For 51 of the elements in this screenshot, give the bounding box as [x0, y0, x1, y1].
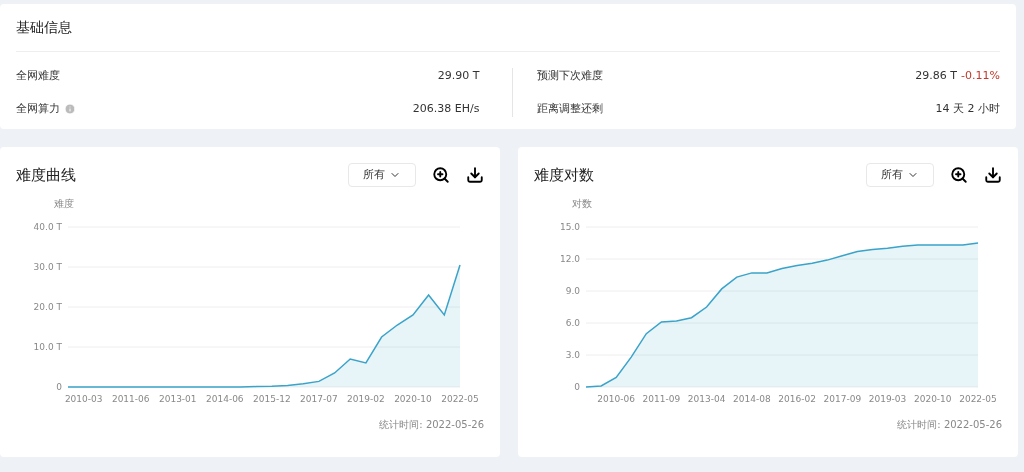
y-tick-label: 10.0 T: [33, 342, 62, 352]
y-tick-label: 0: [574, 382, 580, 392]
x-tick-label: 2015-12: [253, 394, 291, 404]
y-tick-label: 30.0 T: [33, 262, 62, 272]
y-axis-title: 对数: [572, 198, 592, 209]
info-value: 14 天 2 小时: [935, 100, 1000, 117]
x-tick-label: 2011-06: [111, 394, 150, 404]
x-tick-label: 2014-06: [206, 394, 244, 404]
y-axis-title: 难度: [54, 198, 74, 209]
chart-title: 难度对数: [534, 164, 595, 186]
y-tick-label: 20.0 T: [33, 302, 62, 312]
y-tick-label: 0: [56, 382, 62, 392]
x-tick-label: 2010-06: [597, 394, 635, 404]
change-value: -0.11%: [961, 68, 1000, 84]
info-label: 预测下次难度: [536, 68, 603, 84]
x-tick-label: 2020-10: [394, 394, 432, 404]
range-dropdown[interactable]: 所有: [348, 163, 416, 187]
download-icon[interactable]: [466, 166, 484, 184]
zoom-in-icon[interactable]: [432, 166, 450, 184]
y-tick-label: 9.0: [565, 286, 580, 296]
info-value: 29.86 T: [915, 68, 958, 84]
y-tick-label: 40.0 T: [33, 222, 62, 232]
x-tick-label: 2013-04: [687, 394, 726, 404]
timestamp-text: 统计时间: 2022-05-26: [379, 418, 484, 432]
x-tick-label: 2011-09: [642, 394, 681, 404]
x-tick-label: 2014-08: [733, 394, 771, 404]
info-label: 全网算力: [16, 100, 60, 117]
info-value: 206.38 EH/s: [412, 100, 480, 117]
card-title: 基础信息: [16, 4, 1000, 52]
timestamp-text: 统计时间: 2022-05-26: [897, 418, 1002, 432]
x-tick-label: 2019-02: [347, 394, 385, 404]
x-tick-label: 2022-05: [959, 394, 997, 404]
y-tick-label: 3.0: [565, 350, 580, 360]
chart-title: 难度曲线: [16, 164, 77, 186]
y-tick-label: 6.0: [565, 318, 580, 328]
x-tick-label: 2010-03: [64, 394, 103, 404]
x-tick-label: 2017-07: [300, 394, 338, 404]
y-tick-label: 15.0: [559, 222, 580, 232]
x-tick-label: 2016-02: [778, 394, 816, 404]
zoom-in-icon[interactable]: [950, 166, 968, 184]
x-tick-label: 2022-05: [441, 394, 479, 404]
x-tick-label: 2017-09: [823, 394, 862, 404]
range-dropdown[interactable]: 所有: [866, 163, 934, 187]
info-label: 全网难度: [16, 68, 60, 84]
y-tick-label: 12.0: [559, 254, 580, 264]
x-tick-label: 2019-03: [868, 394, 907, 404]
info-label: 距离调整还剩: [536, 100, 603, 117]
info-value: 29.90 T: [437, 68, 480, 84]
x-tick-label: 2013-01: [158, 394, 197, 404]
x-tick-label: 2020-10: [913, 394, 952, 404]
download-icon[interactable]: [984, 166, 1002, 184]
